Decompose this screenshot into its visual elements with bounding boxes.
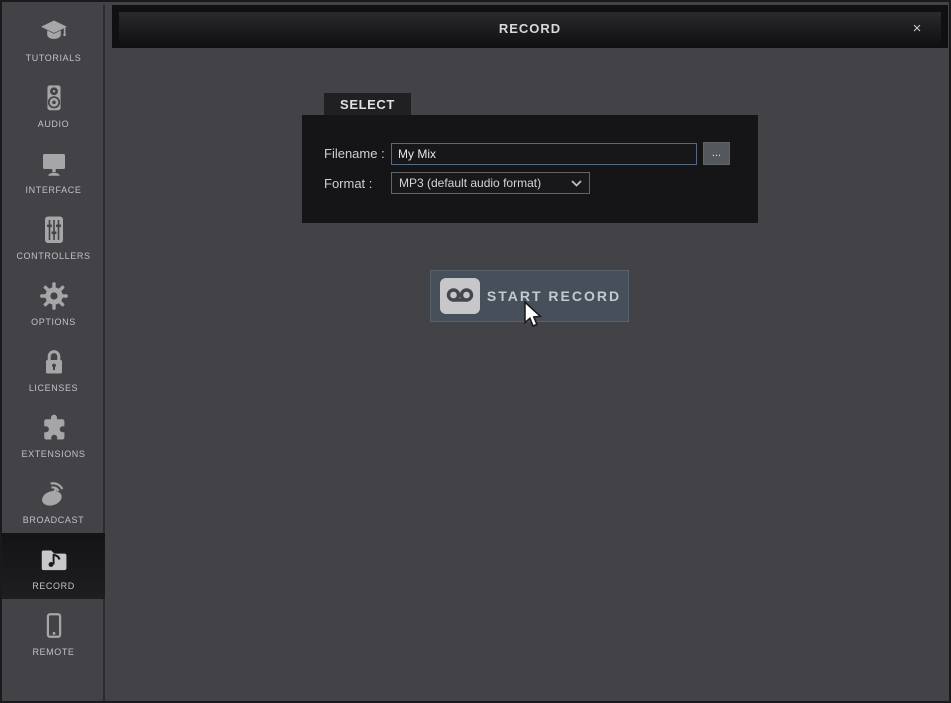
sidebar-item-label: INTERFACE bbox=[26, 185, 82, 195]
titlebar: RECORD × bbox=[119, 12, 941, 44]
sidebar-item-audio[interactable]: AUDIO bbox=[2, 71, 105, 137]
format-selected-value: MP3 (default audio format) bbox=[399, 176, 541, 190]
sidebar-item-label: REMOTE bbox=[32, 647, 74, 657]
sidebar-item-label: RECORD bbox=[32, 581, 75, 591]
page-title: RECORD bbox=[499, 21, 561, 36]
record-settings-window: RECORD × TUTORIALS bbox=[0, 0, 951, 703]
sidebar-item-label: AUDIO bbox=[38, 119, 70, 129]
chevron-down-icon bbox=[571, 180, 582, 187]
graduation-cap-icon bbox=[36, 14, 72, 50]
sidebar-item-label: CONTROLLERS bbox=[16, 251, 90, 261]
filename-label: Filename : bbox=[324, 146, 391, 161]
puzzle-icon bbox=[36, 410, 72, 446]
lock-icon bbox=[36, 344, 72, 380]
sidebar-item-remote[interactable]: REMOTE bbox=[2, 599, 105, 665]
sidebar-item-label: BROADCAST bbox=[23, 515, 84, 525]
format-dropdown[interactable]: MP3 (default audio format) bbox=[391, 172, 590, 194]
select-panel: Filename : ... Format : MP3 (default aud… bbox=[302, 115, 758, 223]
cassette-icon bbox=[440, 278, 480, 314]
sidebar-item-broadcast[interactable]: BROADCAST bbox=[2, 467, 105, 533]
sidebar-item-label: LICENSES bbox=[29, 383, 78, 393]
close-icon[interactable]: × bbox=[903, 12, 931, 44]
gear-icon bbox=[36, 278, 72, 314]
settings-sidebar: TUTORIALS AUDIO bbox=[2, 5, 105, 701]
start-record-label: START RECORD bbox=[480, 288, 628, 304]
sidebar-item-label: OPTIONS bbox=[31, 317, 76, 327]
sidebar-item-record[interactable]: RECORD bbox=[2, 533, 105, 599]
phone-icon bbox=[36, 608, 72, 644]
start-record-button[interactable]: START RECORD bbox=[430, 270, 629, 322]
format-label: Format : bbox=[324, 176, 391, 191]
sidebar-item-label: EXTENSIONS bbox=[21, 449, 85, 459]
sidebar-item-controllers[interactable]: CONTROLLERS bbox=[2, 203, 105, 269]
sliders-icon bbox=[36, 212, 72, 248]
sidebar-item-label: TUTORIALS bbox=[26, 53, 82, 63]
browse-button[interactable]: ... bbox=[703, 142, 730, 165]
sidebar-item-interface[interactable]: INTERFACE bbox=[2, 137, 105, 203]
satellite-icon bbox=[36, 476, 72, 512]
sidebar-item-options[interactable]: OPTIONS bbox=[2, 269, 105, 335]
filename-input[interactable] bbox=[391, 143, 697, 165]
speaker-icon bbox=[36, 80, 72, 116]
sidebar-item-tutorials[interactable]: TUTORIALS bbox=[2, 5, 105, 71]
monitor-icon bbox=[36, 146, 72, 182]
sidebar-item-extensions[interactable]: EXTENSIONS bbox=[2, 401, 105, 467]
sidebar-item-licenses[interactable]: LICENSES bbox=[2, 335, 105, 401]
header-band: RECORD × bbox=[112, 5, 948, 48]
record-folder-icon bbox=[36, 542, 72, 578]
tab-select[interactable]: SELECT bbox=[324, 93, 411, 116]
